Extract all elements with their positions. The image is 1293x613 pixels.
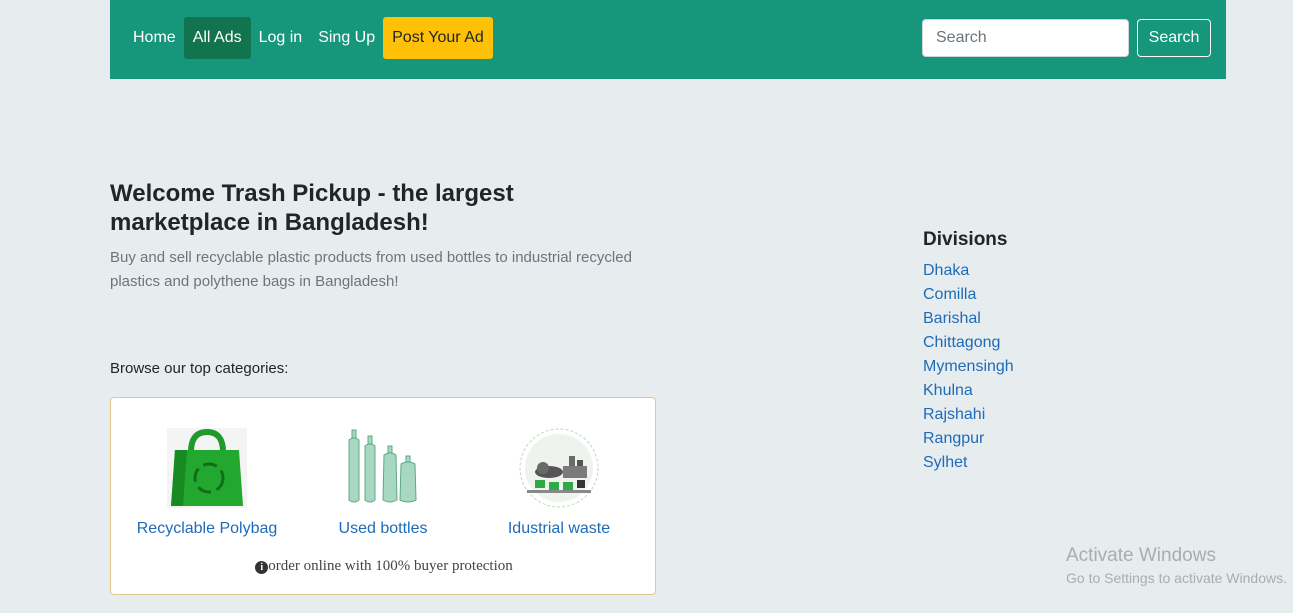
page-title: Welcome Trash Pickup - the largest marke… [110, 180, 514, 236]
nav-login-link[interactable]: Log in [251, 17, 311, 59]
page-subtitle: Buy and sell recyclable plastic products… [110, 249, 632, 290]
category-polybag[interactable]: Recyclable Polybag [122, 428, 292, 538]
list-item: Rajshahi [923, 404, 1014, 428]
list-item: Chittagong [923, 332, 1014, 356]
category-label[interactable]: Recyclable Polybag [122, 520, 292, 538]
nav-home-link[interactable]: Home [125, 17, 184, 59]
search-button[interactable]: Search [1137, 19, 1211, 57]
division-link-rangpur[interactable]: Rangpur [923, 430, 984, 447]
division-link-barishal[interactable]: Barishal [923, 310, 981, 327]
list-item: Khulna [923, 380, 1014, 404]
list-item: Dhaka [923, 260, 1014, 284]
navbar: Home All Ads Log in Sing Up Post Your Ad… [110, 0, 1226, 79]
plastic-bottles-icon[interactable] [343, 428, 423, 508]
division-link-comilla[interactable]: Comilla [923, 286, 976, 303]
nav-links: Home All Ads Log in Sing Up Post Your Ad [125, 17, 493, 59]
list-item: Mymensingh [923, 356, 1014, 380]
info-icon: i [255, 561, 269, 574]
division-link-chittagong[interactable]: Chittagong [923, 334, 1000, 351]
search-input[interactable] [922, 19, 1129, 57]
buyer-protection-text: order online with 100% buyer protection [268, 558, 513, 574]
category-industrial[interactable]: Idustrial waste [474, 428, 644, 538]
green-bag-icon[interactable] [167, 428, 247, 508]
activate-windows-subtitle: Go to Settings to activate Windows. [1066, 570, 1287, 586]
category-label[interactable]: Idustrial waste [474, 520, 644, 538]
category-bottles[interactable]: Used bottles [298, 428, 468, 538]
buyer-protection-note: i order online with 100% buyer protection [111, 558, 657, 575]
categories-heading: Browse our top categories: [110, 360, 289, 377]
division-link-mymensingh[interactable]: Mymensingh [923, 358, 1014, 375]
activate-windows-title: Activate Windows [1066, 545, 1216, 566]
post-ad-button[interactable]: Post Your Ad [383, 17, 493, 59]
industrial-waste-icon[interactable] [519, 428, 599, 508]
category-label[interactable]: Used bottles [298, 520, 468, 538]
division-link-rajshahi[interactable]: Rajshahi [923, 406, 985, 423]
list-item: Barishal [923, 308, 1014, 332]
divisions-heading: Divisions [923, 229, 1008, 250]
nav-signup-link[interactable]: Sing Up [310, 17, 383, 59]
division-link-khulna[interactable]: Khulna [923, 382, 973, 399]
division-link-sylhet[interactable]: Sylhet [923, 454, 967, 471]
division-link-dhaka[interactable]: Dhaka [923, 262, 969, 279]
nav-all-ads-link[interactable]: All Ads [183, 17, 251, 59]
list-item: Rangpur [923, 428, 1014, 452]
list-item: Comilla [923, 284, 1014, 308]
list-item: Sylhet [923, 452, 1014, 476]
divisions-list: Dhaka Comilla Barishal Chittagong Mymens… [923, 260, 1014, 476]
categories-card: Recyclable Polybag Used bottles Idustria… [110, 397, 656, 595]
